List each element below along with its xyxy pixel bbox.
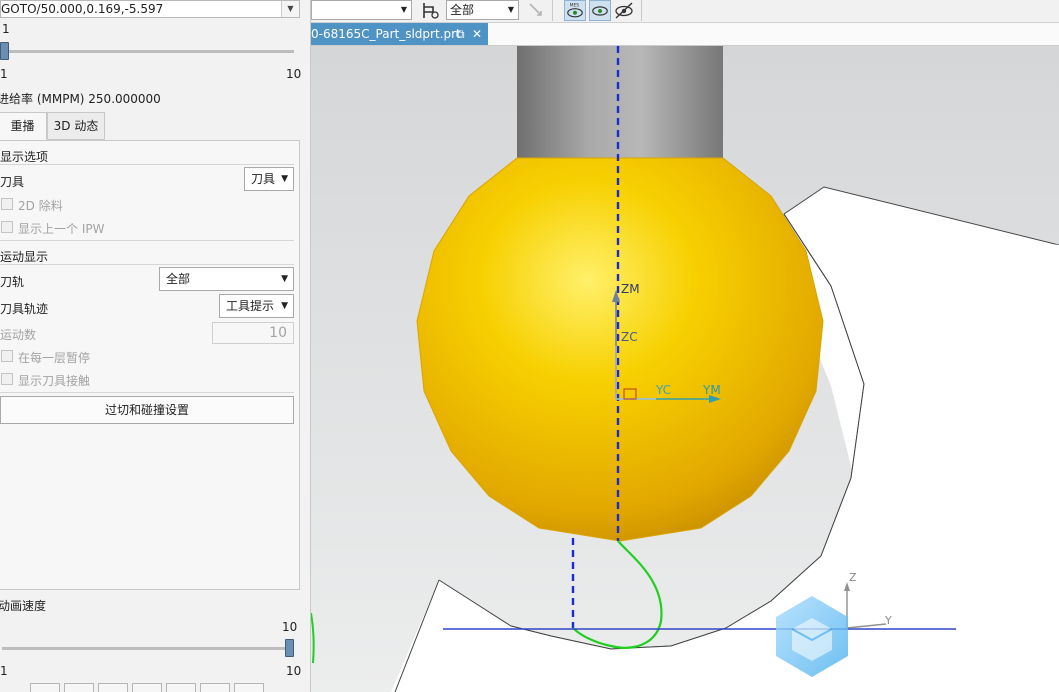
- popout-icon[interactable]: ⧉: [456, 23, 465, 45]
- chevron-down-icon: ▼: [507, 5, 514, 14]
- scope-select[interactable]: 全部 ▼: [446, 0, 519, 20]
- tool-shank: [517, 46, 723, 158]
- tool-display-value: 刀具: [251, 172, 276, 186]
- scope-select-value: 全部: [450, 3, 475, 17]
- toolpath-select[interactable]: 全部 ▼: [159, 267, 294, 291]
- divider: [0, 264, 294, 265]
- animation-speed-label: 动画速度: [0, 599, 47, 613]
- play-to-end-button[interactable]: [200, 683, 230, 692]
- speed-slider-track[interactable]: [2, 647, 292, 650]
- show-geometry-icon[interactable]: [589, 0, 611, 21]
- divider: [0, 240, 294, 241]
- chevron-down-icon: ▼: [400, 5, 407, 14]
- step-min-label: 1: [0, 67, 8, 81]
- hide-geometry-icon[interactable]: [613, 0, 635, 21]
- show-tool-contact-label: 显示刀具接触: [18, 374, 91, 388]
- tool-trace-select[interactable]: 工具提示 ▼: [219, 294, 294, 318]
- chevron-down-icon: ▼: [281, 174, 288, 184]
- play-reverse-button[interactable]: [30, 683, 60, 692]
- speed-current-value: 10: [282, 620, 298, 634]
- toolbar-separator: [641, 0, 642, 21]
- document-tab-strip: 0-68165C_Part_sldprt.prt ⧉ ✕: [311, 23, 1059, 46]
- tool-display-select[interactable]: 刀具 ▼: [244, 167, 294, 191]
- motion-display-heading: 运动显示: [0, 250, 49, 264]
- tab-3d-dynamic[interactable]: 3D 动态: [47, 112, 105, 140]
- tool-path-visualization-panel: GOTO/50.000,0.169,-5.597 ▼ 1 1 10 进给率 (M…: [0, 0, 311, 692]
- toolpath-label: 刀轨: [0, 275, 25, 289]
- triad-label-z: Z: [849, 571, 857, 584]
- chevron-down-icon: ▼: [281, 274, 288, 284]
- toolbar-separator: [552, 0, 553, 21]
- tool-label: 刀具: [0, 175, 25, 189]
- scene-canvas[interactable]: ZM ZC YC YM Z Y: [311, 46, 1059, 692]
- remove-2d-checkbox[interactable]: [1, 198, 13, 210]
- gouge-collision-settings-button[interactable]: 过切和碰撞设置: [0, 396, 294, 424]
- axis-label-zm: ZM: [621, 282, 640, 296]
- step-slider-thumb[interactable]: [0, 42, 9, 60]
- speed-slider-thumb[interactable]: [285, 639, 294, 657]
- speed-max-label: 10: [286, 664, 302, 678]
- axis-label-ym: YM: [702, 383, 721, 397]
- chevron-down-icon[interactable]: ▼: [281, 1, 299, 17]
- divider: [0, 392, 294, 393]
- motion-count-input[interactable]: 10: [212, 322, 294, 344]
- filter-select[interactable]: ▼: [311, 0, 412, 20]
- remove-2d-label: 2D 除料: [18, 199, 63, 213]
- show-prev-ipw-checkbox[interactable]: [1, 221, 13, 233]
- show-tool-contact-checkbox[interactable]: [1, 373, 13, 385]
- goto-listing-field[interactable]: GOTO/50.000,0.169,-5.597 ▼: [0, 0, 300, 18]
- display-options-heading: 显示选项: [0, 150, 49, 164]
- stop-button[interactable]: [234, 683, 264, 692]
- pause-each-layer-label: 在每一层暂停: [18, 351, 91, 365]
- tool-trace-label: 刀具轨迹: [0, 302, 49, 316]
- ball-end-mill: [416, 157, 824, 542]
- toolpath-value: 全部: [166, 272, 191, 286]
- step-forward-button[interactable]: [166, 683, 196, 692]
- divider: [0, 164, 294, 165]
- tool-trace-value: 工具提示: [226, 299, 275, 313]
- goto-text: GOTO/50.000,0.169,-5.597: [1, 2, 164, 16]
- close-icon[interactable]: ✕: [472, 23, 482, 45]
- file-tab-title: 0-68165C_Part_sldprt.prt: [311, 27, 461, 41]
- show-prev-ipw-label: 显示上一个 IPW: [18, 222, 105, 236]
- pause-each-layer-checkbox[interactable]: [1, 350, 13, 362]
- tab-replay[interactable]: 重播: [0, 112, 47, 140]
- triad-label-y: Y: [884, 614, 892, 627]
- speed-min-label: 1: [0, 664, 8, 678]
- play-forward-button[interactable]: [132, 683, 162, 692]
- graphics-viewport[interactable]: ZM ZC YC YM Z Y: [311, 46, 1059, 692]
- snap-point-icon[interactable]: [525, 0, 547, 21]
- step-slider-track[interactable]: [2, 50, 294, 53]
- axis-label-zc: ZC: [621, 330, 638, 344]
- selection-filter-icon[interactable]: [419, 0, 441, 21]
- show-mes-icon[interactable]: MES: [564, 0, 586, 21]
- svg-text:MES: MES: [570, 2, 580, 8]
- step-back-button[interactable]: [64, 683, 94, 692]
- motion-count-label: 运动数: [0, 328, 37, 342]
- feedrate-label: 进给率 (MMPM) 250.000000: [0, 92, 161, 106]
- step-current-value: 1: [2, 22, 10, 36]
- file-tab[interactable]: 0-68165C_Part_sldprt.prt ⧉ ✕: [311, 23, 488, 45]
- view-toolbar: ▼ 全部 ▼ MES: [311, 0, 1059, 23]
- play-back-button[interactable]: [98, 683, 128, 692]
- step-max-label: 10: [286, 67, 302, 81]
- chevron-down-icon: ▼: [281, 301, 288, 311]
- axis-label-yc: YC: [655, 383, 671, 397]
